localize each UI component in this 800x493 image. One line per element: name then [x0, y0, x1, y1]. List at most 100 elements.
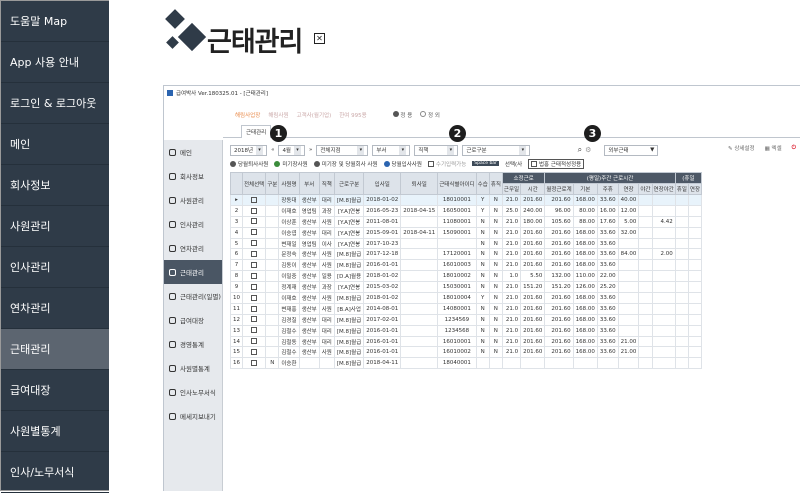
row-checkbox[interactable]: [251, 316, 258, 323]
row-checkbox[interactable]: [251, 283, 258, 290]
company-item[interactable]: 해림사원: [268, 111, 288, 119]
app-nav-item[interactable]: 근태관리(일별): [164, 284, 222, 308]
table-row[interactable]: 8 이밀중 생산부 일용 [D.A]월용 2018-01-02 18010002 N N 1.0 5…: [230, 270, 703, 283]
row-checkbox[interactable]: [251, 349, 258, 356]
row-checkbox[interactable]: [251, 305, 258, 312]
table-cell[interactable]: [241, 335, 267, 348]
table-row[interactable]: 14 김철동 생산부 대리 [M.8]월급 2016-01-01 16010001 N N 21.…: [230, 335, 703, 348]
row-checkbox[interactable]: [251, 207, 258, 214]
row-checkbox[interactable]: [251, 294, 258, 301]
table-cell[interactable]: [241, 292, 267, 304]
row-checkbox[interactable]: [251, 272, 258, 279]
sidebar-item[interactable]: 로그인 & 로그아웃: [1, 83, 109, 124]
table-row[interactable]: ▸ 장동대 생산부 대리 [M.8]월급 2018-01-02 18010001 Y N 21.0…: [230, 194, 703, 206]
table-row[interactable]: 7 김동이 생산부 사원 [M.8]월급 2016-01-01 16010003 N N 21.0…: [230, 259, 703, 272]
table-row[interactable]: 9 정계재 생산부 과장 [Y.A]연봉 2015-03-02 15030001 N N 21.0…: [230, 281, 703, 294]
dept-select[interactable]: 부서 ▾: [372, 144, 411, 156]
sidebar-item[interactable]: 회사정보: [1, 165, 109, 206]
table-row[interactable]: 3 이상훈 생산부 사원 [Y.A]연봉 2011-08-01 11080001 N N 21.0…: [230, 215, 703, 228]
table-cell[interactable]: [241, 237, 267, 250]
close-icon[interactable]: ✕: [314, 33, 325, 44]
table-cell[interactable]: [241, 259, 267, 272]
app-nav-item[interactable]: 경영통계: [164, 332, 222, 356]
sidebar-item[interactable]: App 사용 안내: [1, 42, 109, 83]
table-cell[interactable]: [241, 324, 267, 337]
company-item[interactable]: 고객사(월기업): [297, 111, 332, 119]
row-checkbox[interactable]: [251, 327, 258, 334]
sidebar-item[interactable]: 메인: [1, 124, 109, 165]
radio-off[interactable]: 정 외: [420, 111, 440, 119]
table-cell[interactable]: [241, 313, 267, 326]
row-checkbox[interactable]: [251, 262, 258, 269]
table-cell[interactable]: [241, 215, 267, 228]
app-nav-item[interactable]: 사원관리: [164, 188, 222, 212]
row-checkbox[interactable]: [251, 338, 258, 345]
year-select[interactable]: 2018년 ▾: [230, 144, 268, 156]
company-item[interactable]: 한여 995용: [339, 111, 366, 119]
table-row[interactable]: 2 이재호 영업팀 과장 [Y.A]연봉 2016-05-23 2018-04-15 1605…: [230, 204, 703, 217]
app-nav-item[interactable]: 사원별통계: [164, 356, 222, 380]
filter-unrecorded-resigned[interactable]: 미기장 및 당월회사 사원: [313, 160, 378, 168]
prev-month-icon[interactable]: «: [271, 147, 274, 153]
table-row[interactable]: 12 김경칠 생산부 대리 [M.8]월급 2017-02-01 1234569 N N 21.0…: [230, 313, 703, 326]
close-red-icon[interactable]: ⏻: [792, 145, 796, 152]
bulk-apply-button[interactable]: 법홍 근태적성정용: [528, 158, 585, 169]
table-row[interactable]: 11 변재홍 생산부 사원 [B.A]사업 2014-08-01 14080001 N N 21.…: [230, 302, 703, 315]
app-nav-item[interactable]: 인사노무서식: [164, 380, 222, 404]
row-checkbox[interactable]: [251, 229, 258, 236]
excel-button[interactable]: ▦ 엑셀: [765, 144, 782, 152]
search-icon[interactable]: ⌕: [578, 145, 582, 155]
row-checkbox[interactable]: [251, 360, 258, 367]
table-cell[interactable]: [241, 204, 267, 217]
gear-icon[interactable]: ⚙: [585, 146, 591, 154]
filter-resigned[interactable]: 당월퇴사사원: [230, 160, 268, 168]
worktype-select[interactable]: 근로구분 ▾: [462, 144, 531, 156]
sidebar-item[interactable]: 도움말 Map: [1, 1, 109, 42]
detail-settings-button[interactable]: ✎ 상세설정: [728, 144, 755, 152]
filter-manual-input[interactable]: 수기입력가능: [427, 160, 466, 168]
radio-on[interactable]: 정 용: [392, 111, 412, 119]
row-checkbox[interactable]: [251, 251, 258, 258]
sidebar-item[interactable]: 근태관리: [1, 329, 109, 370]
filter-unrecorded[interactable]: 미기장사원: [274, 160, 308, 168]
row-checkbox[interactable]: [251, 218, 258, 225]
next-month-icon[interactable]: »: [309, 147, 312, 153]
row-checkbox[interactable]: [251, 196, 258, 203]
row-checkbox[interactable]: [251, 240, 258, 247]
sidebar-item[interactable]: 사원관리: [1, 206, 109, 247]
extra-select[interactable]: 외부근태 ▼: [604, 144, 659, 156]
table-row[interactable]: 16 N 이승환 [M.8]월급 2018-04-11 18040001: [230, 357, 703, 370]
sidebar-item[interactable]: 사원별통계: [1, 411, 109, 452]
table-cell[interactable]: [241, 248, 267, 261]
table-cell[interactable]: [241, 281, 267, 294]
app-nav-item[interactable]: 급여대장: [164, 308, 222, 332]
app-nav-item[interactable]: 메세지보내기: [164, 404, 222, 428]
table-cell[interactable]: [241, 302, 267, 315]
sidebar-item[interactable]: 인사/노무서식: [1, 452, 109, 493]
table-row[interactable]: 10 이재호 생산부 사원 [M.8]월급 2018-01-02 18010004 Y N 21.…: [230, 292, 703, 304]
table-cell[interactable]: [241, 346, 267, 359]
position-select[interactable]: 직책 ▾: [414, 144, 459, 156]
app-nav-item[interactable]: 회사정보: [164, 164, 222, 188]
tab-attendance[interactable]: 근태관리: [241, 125, 272, 138]
app-nav-item[interactable]: 메인: [164, 140, 222, 164]
table-row[interactable]: 5 변재일 영업팀 이사 [Y.A]연봉 2017-10-23 N N 21.0 201.60 20…: [230, 237, 703, 250]
table-row[interactable]: 4 이승엽 생산부 대리 [Y.A]연봉 2015-09-01 2018-04-11 1509…: [230, 226, 703, 239]
table-cell[interactable]: [241, 357, 267, 370]
app-nav-item[interactable]: 근태관리: [164, 260, 222, 284]
table-row[interactable]: 15 김철수 생산부 사원 [M.8]월급 2016-01-01 16010002 N N 21.…: [230, 346, 703, 359]
workplace-select[interactable]: 전체지점 ▾: [316, 144, 369, 156]
sidebar-item[interactable]: 급여대장: [1, 370, 109, 411]
table-cell[interactable]: [241, 194, 267, 206]
app-nav-item[interactable]: 인사관리: [164, 212, 222, 236]
table-cell[interactable]: [241, 270, 267, 283]
sidebar-item[interactable]: 연차관리: [1, 288, 109, 329]
app-nav-item[interactable]: 연차관리: [164, 236, 222, 260]
filter-new-hire[interactable]: 당월입사사원: [383, 160, 422, 168]
company-selected[interactable]: 해림사업장: [235, 111, 260, 119]
table-row[interactable]: 6 문정숙 생산부 사원 [M.8]월급 2017-12-18 17120001 N N 21.0…: [230, 248, 703, 261]
table-cell[interactable]: [241, 226, 267, 239]
search-box[interactable]: ⌕ ⚙: [534, 144, 595, 156]
sidebar-item[interactable]: 인사관리: [1, 247, 109, 288]
table-row[interactable]: 13 김철수 생산부 대리 [M.8]월급 2016-01-01 1234568 N N 21.0…: [230, 324, 703, 337]
